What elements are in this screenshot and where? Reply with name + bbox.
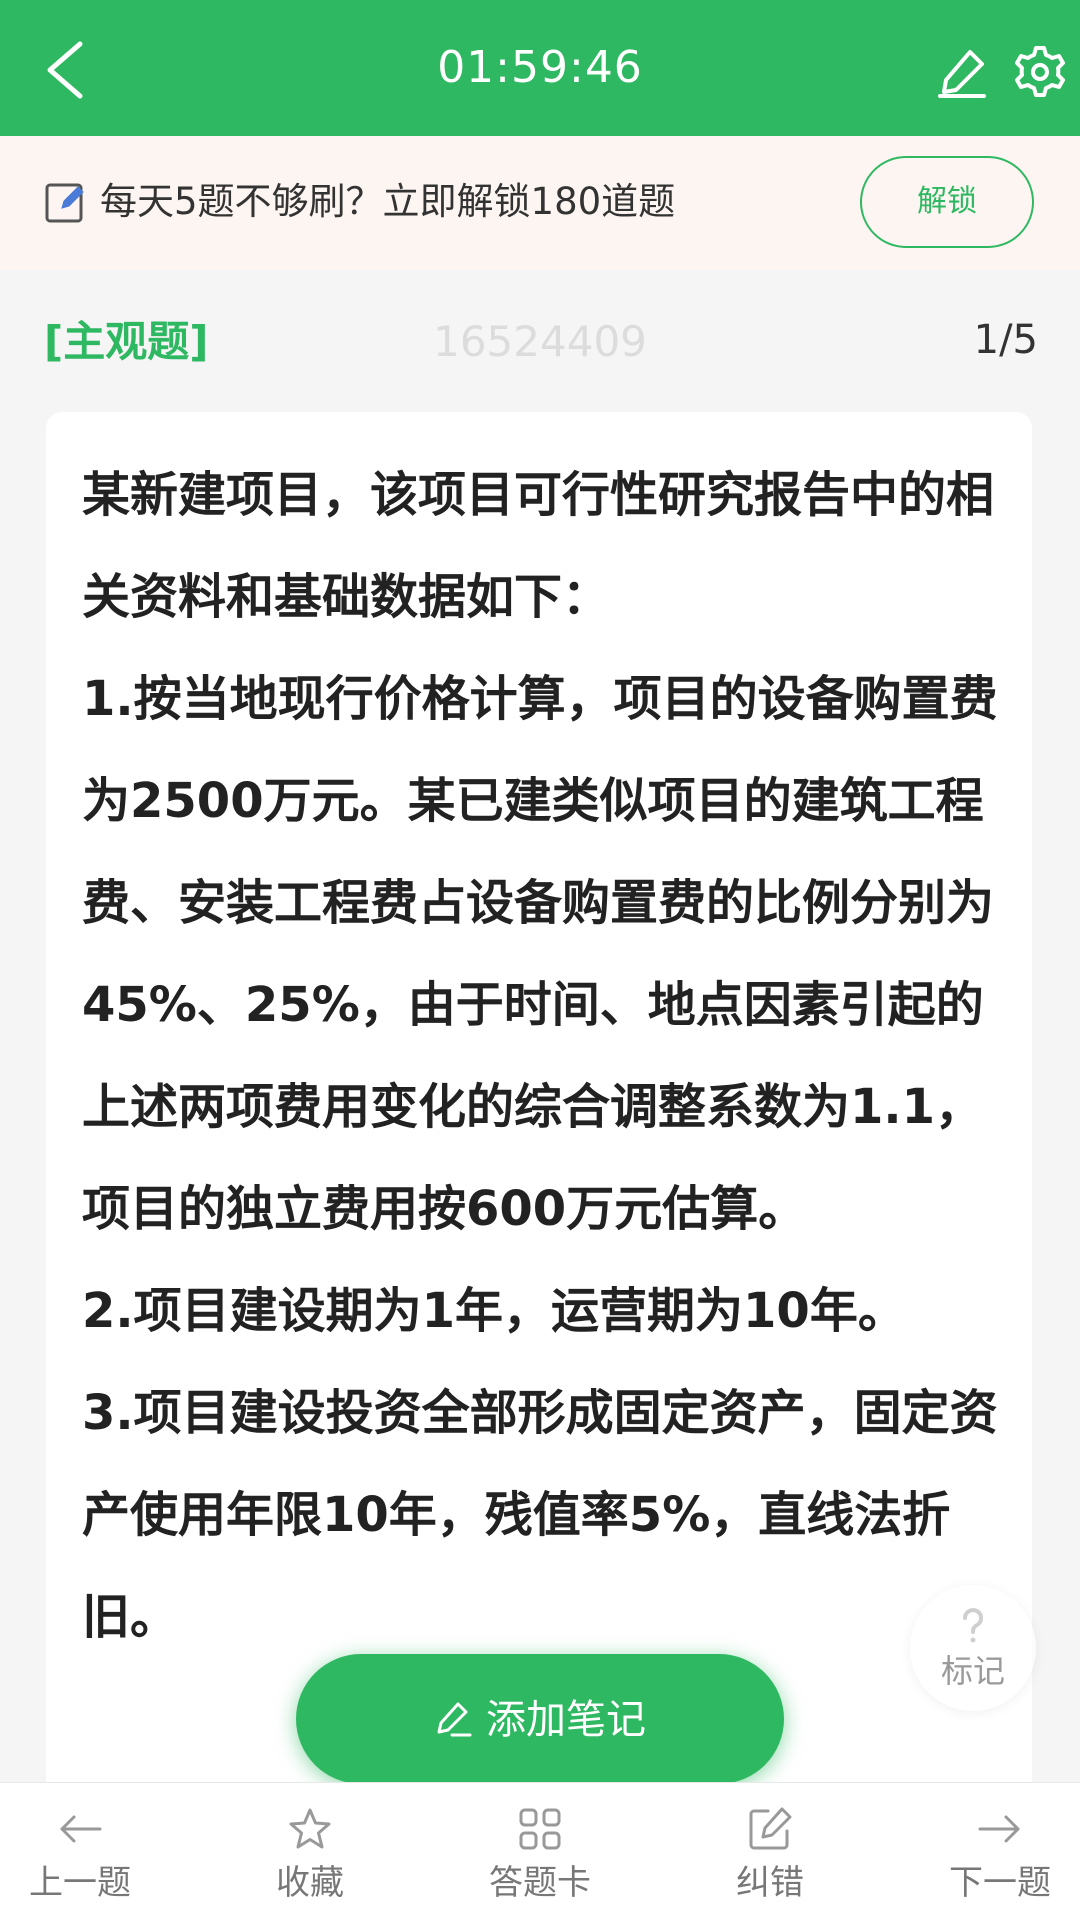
nav-label: 收藏 — [276, 1863, 344, 1903]
nav-report-error[interactable]: 纠错 — [670, 1783, 870, 1921]
nav-next-question[interactable]: 下一题 — [900, 1783, 1080, 1921]
nav-label: 上一题 — [29, 1863, 131, 1903]
promo-text: 每天5题不够刷？立即解锁180道题 — [100, 180, 676, 223]
question-paragraph: 1.按当地现行价格计算，项目的设备购置费为2500万元。某已建类似项目的建筑工程… — [82, 671, 998, 1237]
unlock-button[interactable]: 解锁 — [860, 156, 1034, 248]
question-id: 16524409 — [433, 317, 647, 366]
question-text: 某新建项目，该项目可行性研究报告中的相关资料和基础数据如下： 1.按当地现行价格… — [82, 444, 1002, 1668]
grid-icon — [519, 1808, 561, 1850]
question-paragraph: 2.项目建设期为1年，运营期为10年。 — [82, 1283, 906, 1339]
add-note-label: 添加笔记 — [486, 1697, 646, 1743]
edit-box-icon — [749, 1807, 792, 1850]
edit-note-icon — [44, 180, 88, 224]
mark-button[interactable]: 标记 — [910, 1585, 1036, 1711]
star-icon — [289, 1808, 331, 1849]
nav-answer-card[interactable]: 答题卡 — [440, 1783, 640, 1921]
gear-icon — [1015, 46, 1065, 97]
nav-label: 答题卡 — [489, 1863, 591, 1903]
top-bar: 01:59:46 — [0, 0, 1080, 136]
timer: 01:59:46 — [437, 42, 643, 93]
question-position: 1/5 — [973, 317, 1038, 363]
question-paragraph: 3.项目建设投资全部形成固定资产，固定资产使用年限10年，残值率5%，直线法折旧… — [82, 1385, 998, 1645]
bottom-nav: 上一题 收藏 答题卡 纠错 下一题 — [0, 1782, 1080, 1921]
edit-button[interactable] — [934, 44, 990, 100]
question-mark-icon — [963, 1608, 983, 1643]
nav-label: 纠错 — [736, 1863, 804, 1903]
question-paragraph: 某新建项目，该项目可行性研究报告中的相关资料和基础数据如下： — [82, 467, 995, 625]
settings-button[interactable] — [1012, 44, 1068, 100]
pencil-icon — [938, 50, 986, 98]
add-note-button[interactable]: 添加笔记 — [296, 1654, 784, 1784]
nav-favorite[interactable]: 收藏 — [210, 1783, 410, 1921]
nav-prev-question[interactable]: 上一题 — [0, 1783, 180, 1921]
mark-label: 标记 — [940, 1652, 1005, 1690]
arrow-right-icon — [978, 1815, 1020, 1843]
nav-label: 下一题 — [949, 1863, 1051, 1903]
pencil-icon — [437, 1702, 472, 1737]
arrow-left-icon — [60, 1815, 102, 1843]
